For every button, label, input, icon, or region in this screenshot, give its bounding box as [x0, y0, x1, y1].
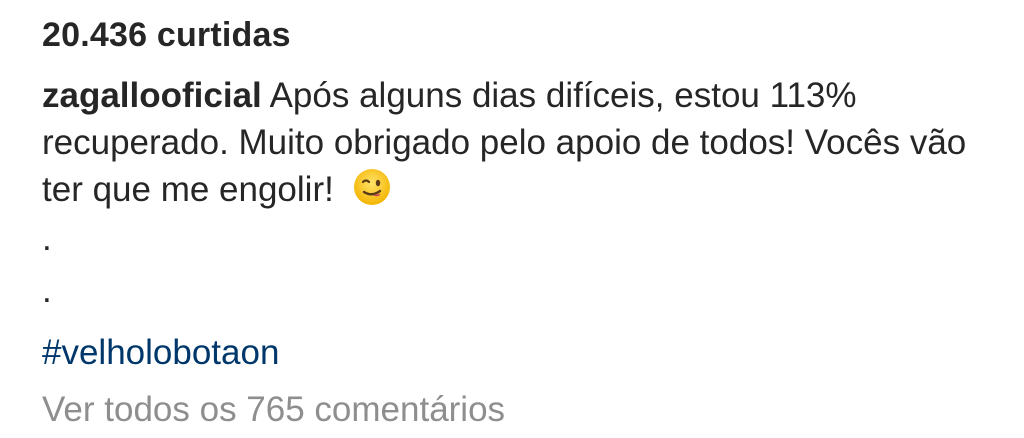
username-link[interactable]: zagallooficial	[42, 76, 262, 115]
caption-dot-1: .	[42, 219, 52, 258]
caption: zagallooficial Após alguns dias difíceis…	[42, 72, 972, 213]
hashtag-link[interactable]: #velholobotaon	[42, 329, 1002, 376]
likes-count[interactable]: 20.436 curtidas	[42, 12, 1002, 58]
caption-dot-2: .	[42, 271, 52, 310]
view-all-comments-link[interactable]: Ver todos os 765 comentários	[42, 386, 1002, 433]
post-caption-section: 20.436 curtidas zagallooficial Após algu…	[42, 12, 1002, 433]
wink-emoji-icon	[352, 167, 392, 207]
